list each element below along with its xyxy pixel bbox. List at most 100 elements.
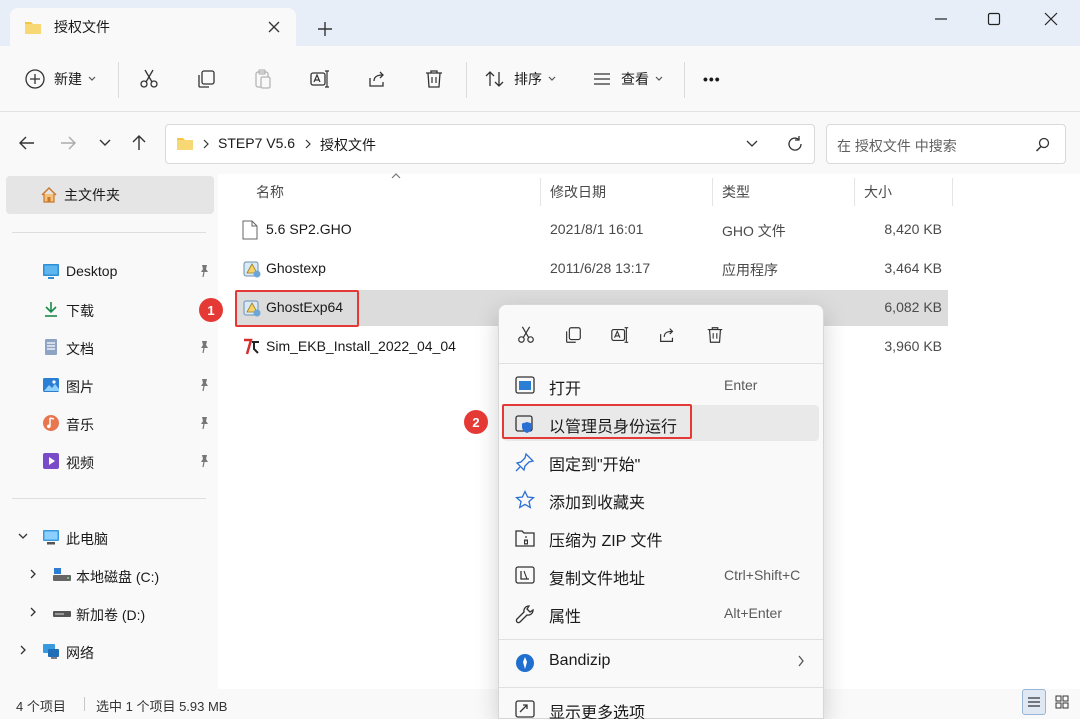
file-date: 2021/8/1 16:01 (550, 221, 644, 237)
chevron-right-icon[interactable] (27, 568, 39, 580)
menu-item-pin-to-start[interactable]: 固定到"开始" (503, 443, 819, 479)
toolbar-divider (118, 62, 119, 98)
column-header-type[interactable]: 类型 (722, 182, 750, 202)
chevron-right-icon (797, 655, 805, 667)
folder-icon (176, 136, 194, 152)
chevron-right-icon (202, 139, 210, 149)
menu-shortcut: Ctrl+Shift+C (724, 567, 801, 583)
column-divider[interactable] (540, 178, 541, 206)
cut-icon (516, 325, 536, 345)
pin-icon[interactable] (198, 416, 210, 430)
minimize-icon[interactable] (918, 8, 964, 30)
up-icon[interactable] (128, 132, 150, 154)
new-tab-button[interactable] (314, 18, 336, 40)
paste-icon (252, 68, 274, 90)
desktop-icon (42, 262, 60, 280)
sidebar-item-desktop[interactable]: Desktop (0, 256, 218, 286)
breadcrumb-step7[interactable]: STEP7 V5.6 (218, 135, 295, 151)
sidebar-item-home[interactable]: 主文件夹 (6, 176, 214, 214)
close-window-icon[interactable] (1028, 8, 1074, 30)
ctx-rename-button[interactable] (605, 323, 635, 347)
ctx-copy-button[interactable] (558, 323, 588, 347)
chevron-right-icon (304, 139, 312, 149)
share-button[interactable] (366, 66, 388, 92)
rename-button[interactable] (309, 66, 331, 92)
recent-chevron-icon[interactable] (94, 132, 116, 154)
menu-item-properties[interactable]: 属性 Alt+Enter (503, 595, 819, 631)
search-input[interactable]: 在 授权文件 中搜索 (826, 124, 1066, 164)
breadcrumb-license-folder[interactable]: 授权文件 (320, 135, 376, 155)
column-header-date[interactable]: 修改日期 (550, 182, 606, 202)
file-row[interactable]: Ghostexp 2011/6/28 13:17 应用程序 3,464 KB (236, 251, 948, 287)
ctx-delete-button[interactable] (700, 323, 730, 347)
file-row[interactable]: 5.6 SP2.GHO 2021/8/1 16:01 GHO 文件 8,420 … (236, 212, 948, 248)
maximize-icon[interactable] (971, 8, 1017, 30)
copy-button[interactable] (195, 66, 217, 92)
sidebar-item-drive-c[interactable]: 本地磁盘 (C:) (0, 560, 218, 590)
column-divider[interactable] (952, 178, 953, 206)
new-button[interactable]: 新建 (24, 66, 96, 92)
menu-item-copy-path[interactable]: 复制文件地址 Ctrl+Shift+C (503, 557, 819, 593)
pin-icon[interactable] (198, 454, 210, 468)
menu-item-zip[interactable]: 压缩为 ZIP 文件 (503, 519, 819, 555)
paste-button[interactable] (252, 66, 274, 92)
sidebar-item-network[interactable]: 网络 (0, 636, 218, 666)
cut-button[interactable] (138, 66, 160, 92)
drive-d-icon (52, 604, 72, 622)
menu-item-add-favorites[interactable]: 添加到收藏夹 (503, 481, 819, 517)
tab-current-folder[interactable]: 授权文件 (10, 8, 296, 46)
close-tab-icon[interactable] (266, 19, 282, 35)
pin-icon[interactable] (198, 378, 210, 392)
sort-button[interactable]: 排序 (484, 66, 556, 92)
menu-item-label: 复制文件地址 (549, 571, 646, 588)
chevron-right-icon[interactable] (27, 606, 39, 618)
sidebar-divider (12, 232, 206, 233)
music-icon (42, 414, 60, 432)
rename-icon (610, 325, 630, 345)
sidebar-item-pictures[interactable]: 图片 (0, 370, 218, 400)
ctx-share-button[interactable] (652, 323, 682, 347)
sidebar-home-label: 主文件夹 (64, 187, 120, 203)
file-size: 3,464 KB (884, 260, 942, 276)
sidebar-item-drive-d[interactable]: 新加卷 (D:) (0, 598, 218, 628)
address-bar[interactable]: STEP7 V5.6 授权文件 (165, 124, 815, 164)
menu-divider (499, 687, 823, 688)
delete-button[interactable] (423, 66, 445, 92)
sidebar-item-this-pc[interactable]: 此电脑 (0, 522, 218, 552)
more-button[interactable]: ••• (703, 66, 721, 92)
step-badge-1: 1 (199, 298, 223, 322)
sidebar-item-documents[interactable]: 文档 (0, 332, 218, 362)
documents-icon (42, 338, 60, 356)
column-divider[interactable] (854, 178, 855, 206)
pin-icon[interactable] (198, 340, 210, 354)
pin-icon[interactable] (198, 264, 210, 278)
menu-shortcut: Alt+Enter (724, 605, 782, 621)
sidebar-item-videos[interactable]: 视频 (0, 446, 218, 476)
chevron-down-icon (548, 76, 556, 82)
column-divider[interactable] (712, 178, 713, 206)
chevron-right-icon[interactable] (17, 644, 29, 656)
download-icon (42, 300, 60, 318)
column-header-name[interactable]: 名称 (256, 182, 284, 202)
menu-item-bandizip[interactable]: Bandizip (503, 644, 819, 680)
details-view-icon[interactable] (1022, 689, 1046, 715)
sidebar-item-music[interactable]: 音乐 (0, 408, 218, 438)
bandizip-icon (515, 653, 535, 673)
column-header-size[interactable]: 大小 (864, 182, 892, 202)
sidebar-item-downloads[interactable]: 下载 (0, 294, 218, 324)
sidebar-item-label: 文档 (66, 341, 94, 357)
forward-icon[interactable] (57, 132, 79, 154)
menu-item-open[interactable]: 打开 Enter (503, 367, 819, 403)
ctx-cut-button[interactable] (511, 323, 541, 347)
view-button[interactable]: 查看 (591, 66, 663, 92)
share-icon (657, 325, 677, 345)
menu-item-show-more[interactable]: 显示更多选项 (503, 691, 819, 719)
refresh-icon[interactable] (786, 135, 804, 153)
highlight-box-run-as-admin (502, 404, 692, 439)
chevron-down-icon[interactable] (17, 530, 29, 542)
back-icon[interactable] (16, 132, 38, 154)
more-dots: ••• (703, 71, 721, 87)
tiles-view-icon[interactable] (1050, 689, 1074, 715)
this-pc-icon (42, 528, 60, 546)
address-dropdown-icon[interactable] (746, 140, 758, 148)
